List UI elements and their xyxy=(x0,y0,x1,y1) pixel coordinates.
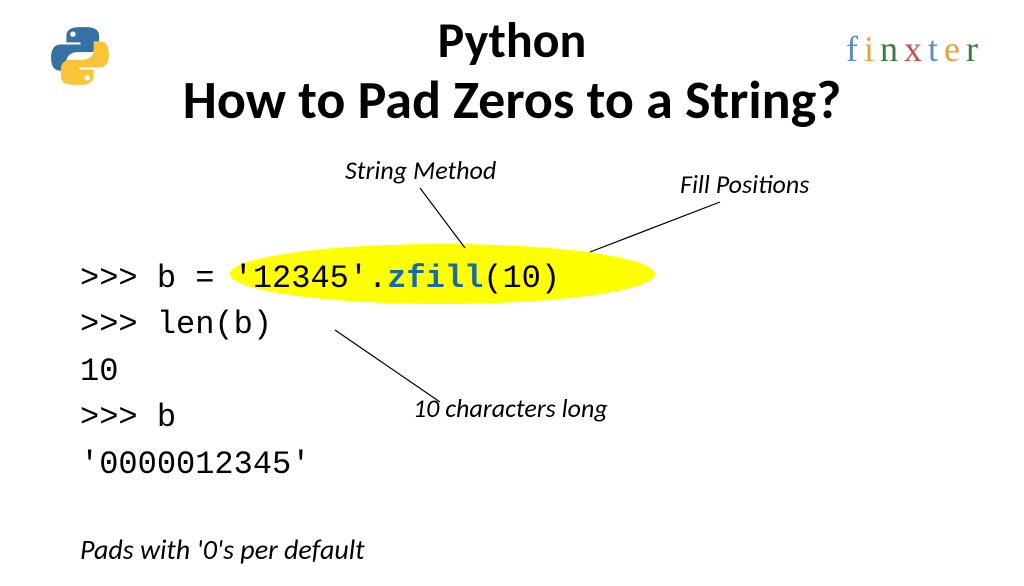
annotation-pads-default: Pads with '0's per default xyxy=(80,532,365,567)
annotation-string-method: String Method xyxy=(345,154,496,186)
finxter-logo: finxter xyxy=(846,28,984,70)
code-block: >>> b = '12345'.zfill(10) >>> len(b) 10 … xyxy=(80,256,560,488)
brand-letter: f xyxy=(846,28,864,70)
brand-letter: r xyxy=(966,28,984,70)
code-text: >>> b = '12345'. xyxy=(80,260,387,297)
code-line-4: >>> b xyxy=(80,395,560,441)
annotation-fill-positions: Fill Positions xyxy=(680,168,809,200)
brand-letter: n xyxy=(880,28,904,70)
brand-letter: e xyxy=(944,28,966,70)
code-line-2: >>> len(b) xyxy=(80,302,560,348)
python-logo-icon xyxy=(50,26,110,86)
code-text: (10) xyxy=(483,260,560,297)
code-line-3: 10 xyxy=(80,349,560,395)
brand-letter: x xyxy=(904,28,928,70)
code-line-1: >>> b = '12345'.zfill(10) xyxy=(80,256,560,302)
brand-letter: t xyxy=(928,28,944,70)
code-line-5: '0000012345' xyxy=(80,442,560,488)
title-line2: How to Pad Zeros to a String? xyxy=(0,67,1024,133)
code-method-name: zfill xyxy=(387,260,483,297)
brand-letter: i xyxy=(864,28,880,70)
